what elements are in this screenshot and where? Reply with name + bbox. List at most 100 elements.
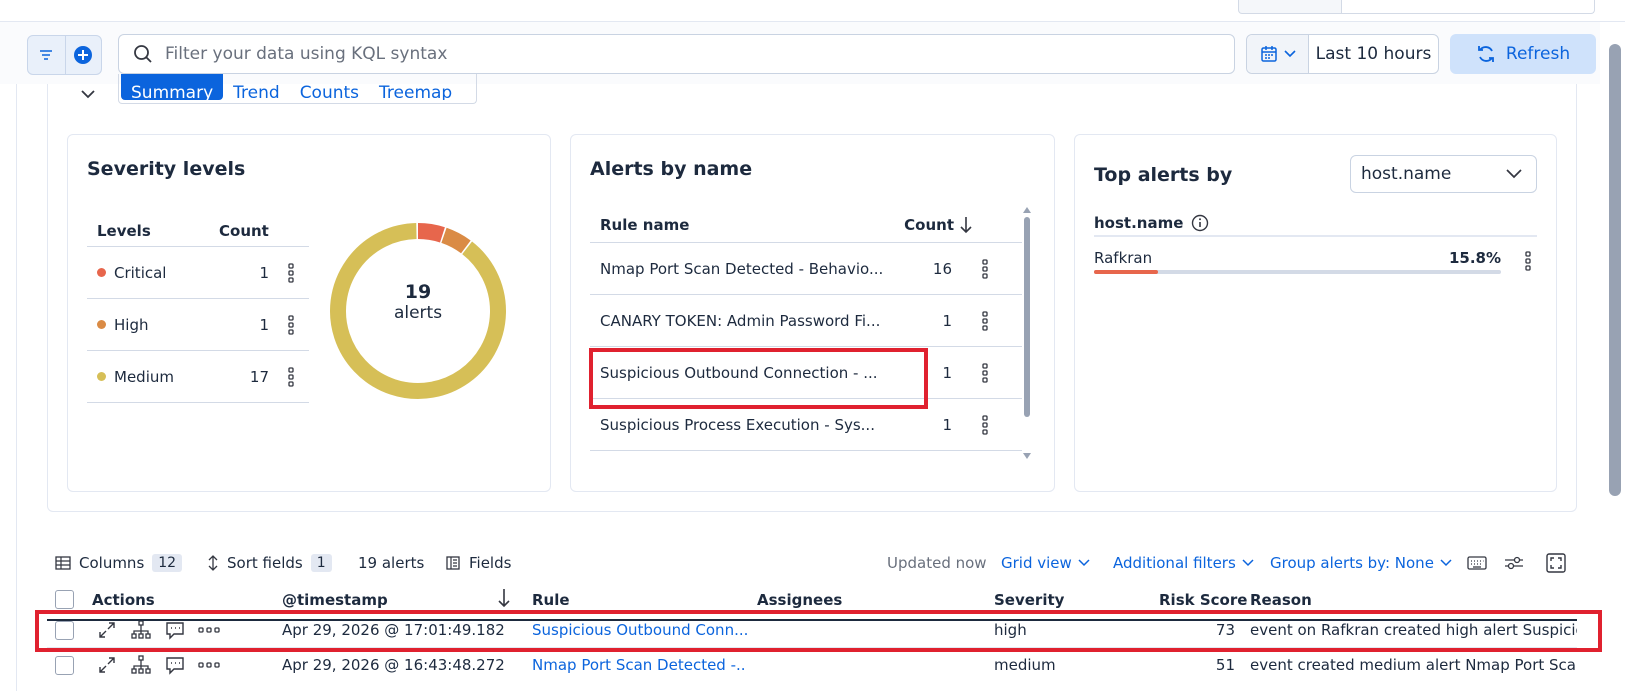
top-alerts-title: Top alerts by	[1094, 164, 1233, 186]
severity-table-header: Levels Count	[87, 215, 309, 247]
donut-slice-critical[interactable]	[417, 223, 445, 243]
table-row[interactable]: Apr 29, 2026 @ 16:43:48.272 Nmap Port Sc…	[47, 647, 1577, 682]
columns-count-badge: 12	[152, 554, 183, 572]
analyze-event-icon[interactable]	[130, 654, 152, 676]
add-filter-button[interactable]	[64, 36, 102, 74]
vertical-dots-icon	[288, 262, 294, 283]
reason-column-header[interactable]: Reason	[1250, 591, 1312, 609]
severity-level-label[interactable]: Critical	[114, 264, 166, 282]
donut-slice-high[interactable]	[441, 227, 471, 254]
additional-filters-label: Additional filters	[1113, 554, 1236, 572]
columns-button[interactable]: Columns 12	[55, 550, 183, 576]
header-segment-left[interactable]	[1238, 0, 1342, 14]
rule-link[interactable]: Nmap Port Scan Detected -...	[532, 656, 747, 674]
severity-level-label[interactable]: High	[114, 316, 148, 334]
scroll-down-icon	[1023, 453, 1031, 459]
kql-search-input[interactable]	[165, 44, 1065, 64]
more-actions-icon[interactable]	[198, 654, 220, 676]
host-name-cell[interactable]: Rafkran	[1094, 249, 1152, 267]
fullscreen-button[interactable]	[1546, 550, 1566, 576]
severity-levels-card: Severity levels Levels Count Critical 1 …	[67, 134, 551, 492]
group-alerts-menu[interactable]: Group alerts by: None	[1270, 550, 1452, 576]
filter-menu-button[interactable]	[28, 36, 65, 74]
sort-fields-button[interactable]: Sort fields 1	[207, 550, 332, 576]
chevron-down-icon	[81, 89, 95, 98]
alerts-count: 19 alerts	[358, 554, 425, 572]
donut-total: 19	[404, 281, 432, 303]
rule-name-cell[interactable]: CANARY TOKEN: Admin Password Fi...	[590, 312, 890, 330]
top-alert-row: Rafkran 15.8%	[1094, 237, 1537, 277]
row-actions-button[interactable]	[960, 414, 1010, 435]
host-percentage: 15.8%	[1448, 249, 1501, 267]
vertical-dots-icon	[1525, 251, 1531, 271]
tab-trend[interactable]: Trend	[223, 74, 290, 101]
keyboard-icon	[1467, 556, 1487, 570]
row-actions-button[interactable]	[960, 258, 1010, 279]
row-actions-button[interactable]	[1525, 251, 1531, 275]
fields-label: Fields	[469, 554, 512, 572]
alert-name-row: CANARY TOKEN: Admin Password Fi... 1	[590, 295, 1022, 347]
row-actions-button[interactable]	[273, 366, 309, 387]
rule-column-header[interactable]: Rule	[532, 591, 570, 609]
date-range-label[interactable]: Last 10 hours	[1309, 35, 1438, 73]
grid-view-label: Grid view	[1001, 554, 1072, 572]
severity-column-header[interactable]: Severity	[994, 591, 1064, 609]
group-field-value: host.name	[1361, 164, 1452, 184]
tab-treemap[interactable]: Treemap	[369, 74, 462, 101]
collapse-charts-toggle[interactable]	[78, 84, 98, 104]
top-alerts-card: Top alerts by host.name host.name Rafkra…	[1074, 134, 1557, 492]
sort-desc-icon[interactable]	[498, 588, 510, 612]
chevron-down-icon	[1506, 169, 1522, 179]
security-alerts-page: Last 10 hours Refresh Summary Trend Coun…	[0, 0, 1625, 691]
risk-score-cell: 51	[1215, 656, 1235, 674]
global-header-strip	[0, 0, 1625, 22]
sort-fields-label: Sort fields	[227, 554, 303, 572]
refresh-button[interactable]: Refresh	[1450, 34, 1596, 74]
refresh-icon	[1477, 46, 1494, 62]
rule-count-cell: 1	[942, 311, 952, 330]
row-actions-button[interactable]	[960, 310, 1010, 331]
row-actions-button[interactable]	[273, 262, 309, 283]
alerts-list-scrollbar[interactable]	[1023, 207, 1031, 461]
severity-level-label[interactable]: Medium	[114, 368, 174, 386]
kql-search-field[interactable]	[118, 34, 1235, 74]
row-actions-button[interactable]	[273, 314, 309, 335]
quick-select-button[interactable]	[1247, 35, 1309, 73]
alerts-by-name-table: Rule name Count Nmap Port Scan Detected …	[590, 207, 1022, 451]
fields-button[interactable]: Fields	[445, 550, 511, 576]
donut-center-label: 19 alerts	[326, 281, 510, 323]
table-icon	[55, 556, 71, 570]
header-segment-right[interactable]	[1341, 0, 1595, 14]
severity-cell: medium	[994, 656, 1056, 674]
count-sort-header[interactable]: Count	[890, 216, 980, 234]
page-scrollbar-thumb[interactable]	[1609, 44, 1621, 496]
refresh-label: Refresh	[1505, 44, 1571, 64]
filter-button-group	[27, 35, 102, 75]
assignees-column-header[interactable]: Assignees	[757, 591, 842, 609]
risk-score-column-header[interactable]: Risk Score	[1159, 591, 1247, 609]
severity-count: 1	[259, 263, 269, 282]
keyboard-shortcuts-button[interactable]	[1467, 550, 1487, 576]
tab-counts[interactable]: Counts	[290, 74, 369, 101]
medium-dot-icon	[97, 372, 106, 381]
comment-icon[interactable]	[164, 654, 186, 676]
grid-view-menu[interactable]: Grid view	[1001, 550, 1090, 576]
display-settings-button[interactable]	[1504, 550, 1524, 576]
timestamp-column-header[interactable]: @timestamp	[282, 591, 388, 609]
tab-summary[interactable]: Summary	[121, 74, 224, 100]
expand-icon[interactable]	[96, 654, 118, 676]
vertical-dots-icon	[982, 414, 988, 435]
rule-name-cell[interactable]: Nmap Port Scan Detected - Behavio...	[590, 260, 890, 278]
row-checkbox[interactable]	[55, 656, 74, 675]
alerts-by-name-card: Alerts by name Rule name Count Nmap Port…	[570, 134, 1055, 492]
additional-filters-menu[interactable]: Additional filters	[1113, 550, 1254, 576]
group-field-select[interactable]: host.name	[1350, 155, 1537, 193]
select-all-checkbox[interactable]	[55, 590, 74, 609]
count-column-label: Count	[904, 215, 954, 234]
row-actions-button[interactable]	[960, 362, 1010, 383]
fields-list-icon	[446, 556, 460, 570]
rule-name-cell[interactable]: Suspicious Process Execution - Sys...	[590, 416, 890, 434]
vertical-dots-icon	[982, 310, 988, 331]
scrollbar-thumb[interactable]	[1024, 217, 1030, 417]
info-icon[interactable]	[1191, 214, 1209, 232]
